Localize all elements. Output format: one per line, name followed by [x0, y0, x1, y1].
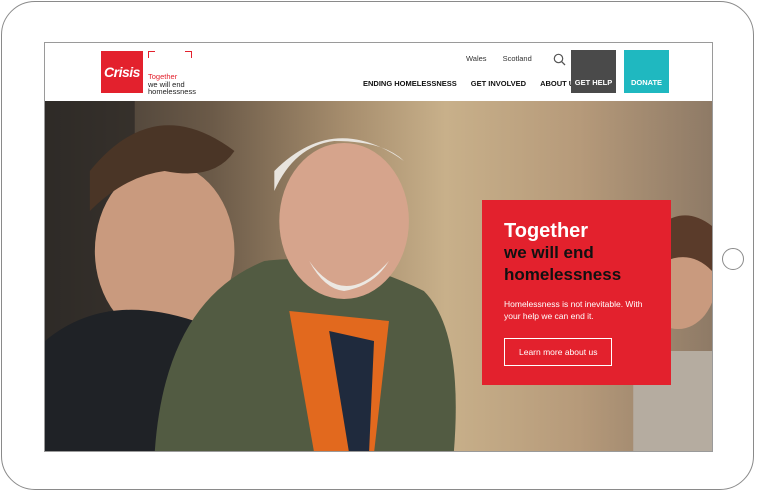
logo-corner-right: [185, 51, 192, 58]
logo-tagline: Together we will end homelessness: [148, 73, 196, 96]
hero-title-line3: homelessness: [504, 265, 622, 284]
tagline-line3: homelessness: [148, 87, 196, 96]
hero-body: Homelessness is not inevitable. With you…: [504, 299, 643, 321]
hero-section: Together we will end homelessness Homele…: [45, 101, 712, 451]
link-scotland[interactable]: Scotland: [503, 54, 532, 63]
main-nav: ENDING HOMELESSNESS GET INVOLVED ABOUT U…: [363, 79, 579, 88]
top-links: Wales Scotland: [466, 54, 532, 63]
site-header: Crisis Together we will end homelessness…: [45, 43, 712, 101]
tablet-home-button[interactable]: [722, 248, 744, 270]
nav-get-involved[interactable]: GET INVOLVED: [471, 79, 526, 88]
crisis-logo[interactable]: Crisis: [101, 51, 143, 93]
search-icon[interactable]: [553, 53, 566, 66]
learn-more-button[interactable]: Learn more about us: [504, 338, 613, 366]
hero-title-line2: we will end: [504, 243, 594, 262]
hero-title-line1: Together: [504, 220, 589, 242]
get-help-button[interactable]: GET HELP: [571, 50, 616, 93]
browser-screen: Crisis Together we will end homelessness…: [44, 42, 713, 452]
nav-ending-homelessness[interactable]: ENDING HOMELESSNESS: [363, 79, 457, 88]
hero-panel: Together we will end homelessness Homele…: [482, 200, 671, 385]
link-wales[interactable]: Wales: [466, 54, 487, 63]
logo-corner-left: [148, 51, 155, 58]
donate-button[interactable]: DONATE: [624, 50, 669, 93]
logo-text: Crisis: [104, 64, 140, 80]
